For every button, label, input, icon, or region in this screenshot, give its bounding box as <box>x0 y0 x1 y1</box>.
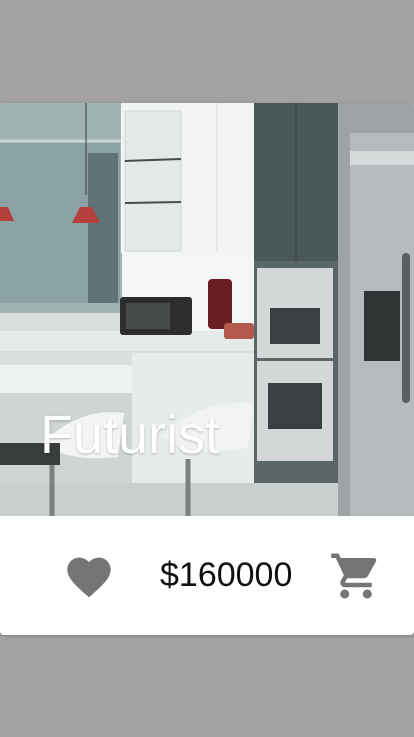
heart-icon <box>67 557 111 598</box>
product-price: $160000 <box>160 556 293 594</box>
product-card: Futurist $160000 <box>0 103 414 635</box>
cart-icon <box>331 553 377 599</box>
favorite-button[interactable] <box>60 546 118 604</box>
product-title: Futurist <box>40 405 221 465</box>
add-to-cart-button[interactable] <box>326 546 386 606</box>
card-actions: $160000 <box>0 516 414 635</box>
product-image: Futurist <box>0 103 414 516</box>
